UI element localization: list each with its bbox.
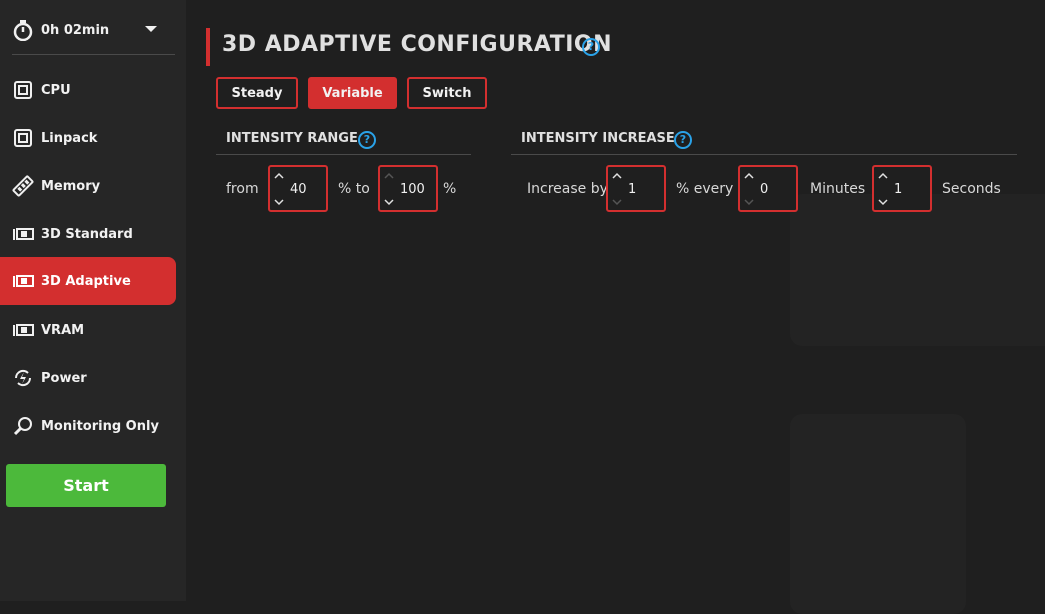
to-label: % to (338, 181, 370, 197)
section-divider (511, 154, 1017, 155)
sidebar-item-vram[interactable]: VRAM (0, 306, 176, 354)
sidebar-item-memory[interactable]: Memory (0, 162, 176, 210)
duration-value: 0h 02min (41, 22, 110, 38)
sidebar-item-monitoring-only[interactable]: Monitoring Only (0, 402, 176, 450)
cpu-icon (12, 79, 34, 101)
seconds-label: Seconds (942, 181, 1001, 197)
help-icon[interactable]: ? (582, 38, 600, 56)
background-panel (790, 194, 1045, 346)
sidebar-item-label: Power (41, 370, 87, 386)
sidebar-item-3d-adaptive[interactable]: 3D Adaptive (0, 257, 176, 305)
intensity-from-stepper[interactable]: 40 (268, 165, 328, 212)
memory-icon (12, 175, 34, 197)
mode-steady-button[interactable]: Steady (216, 77, 298, 109)
intensity-to-stepper[interactable]: 100 (378, 165, 438, 212)
section-title-text: INTENSITY INCREASE (521, 131, 675, 146)
sidebar-item-label: 3D Adaptive (41, 273, 131, 289)
stepper-value: 1 (894, 182, 903, 197)
stepper-value: 100 (400, 182, 425, 197)
main-panel: 3D ADAPTIVE CONFIGURATION ? Steady Varia… (186, 0, 1045, 614)
minutes-label: Minutes (810, 181, 866, 197)
intensity-range-title: INTENSITY RANGE (226, 131, 358, 146)
interval-seconds-stepper[interactable]: 1 (872, 165, 932, 212)
section-title-text: INTENSITY RANGE (226, 131, 358, 146)
stepper-arrows-icon[interactable] (743, 171, 755, 207)
help-icon[interactable]: ? (358, 131, 376, 149)
intensity-increase-title: INTENSITY INCREASE (521, 131, 675, 146)
sidebar-item-label: Monitoring Only (41, 418, 159, 434)
gpu-icon (12, 223, 34, 245)
stepper-value: 0 (760, 182, 769, 197)
sidebar-item-linpack[interactable]: Linpack (0, 114, 176, 162)
sidebar-item-label: 3D Standard (41, 226, 133, 242)
help-icon[interactable]: ? (674, 131, 692, 149)
start-button[interactable]: Start (6, 464, 166, 507)
title-accent-bar (206, 28, 210, 66)
mode-switch-button[interactable]: Switch (407, 77, 487, 109)
sidebar-item-label: Memory (41, 178, 101, 194)
percent-label: % (443, 181, 457, 197)
every-label: % every (676, 181, 734, 197)
sidebar-divider (12, 54, 175, 55)
stepper-arrows-icon[interactable] (383, 171, 395, 207)
interval-minutes-stepper[interactable]: 0 (738, 165, 798, 212)
background-panel (790, 414, 966, 614)
gpu-icon (12, 270, 34, 292)
stepper-arrows-icon[interactable] (273, 171, 285, 207)
section-divider (216, 154, 471, 155)
increase-step-stepper[interactable]: 1 (606, 165, 666, 212)
magnifier-icon (12, 415, 34, 437)
stepper-arrows-icon[interactable] (877, 171, 889, 207)
power-icon (12, 367, 34, 389)
chevron-down-icon[interactable] (144, 22, 158, 36)
stepper-value: 40 (290, 182, 307, 197)
sidebar-item-3d-standard[interactable]: 3D Standard (0, 210, 176, 258)
mode-variable-button[interactable]: Variable (308, 77, 397, 109)
stepper-arrows-icon[interactable] (611, 171, 623, 207)
sidebar-item-power[interactable]: Power (0, 354, 176, 402)
duration-selector[interactable]: 0h 02min (12, 14, 176, 46)
page-title: 3D ADAPTIVE CONFIGURATION (222, 32, 613, 57)
from-label: from (226, 181, 259, 197)
cpu-icon (12, 127, 34, 149)
sidebar-item-cpu[interactable]: CPU (0, 66, 176, 114)
gpu-icon (12, 319, 34, 341)
sidebar: 0h 02min CPU Linpack Memory 3D Standard … (0, 0, 186, 601)
stopwatch-icon (13, 20, 33, 41)
increase-by-label: Increase by (527, 181, 608, 197)
stepper-value: 1 (628, 182, 637, 197)
sidebar-item-label: Linpack (41, 130, 98, 146)
sidebar-item-label: VRAM (41, 322, 85, 338)
sidebar-item-label: CPU (41, 82, 71, 98)
